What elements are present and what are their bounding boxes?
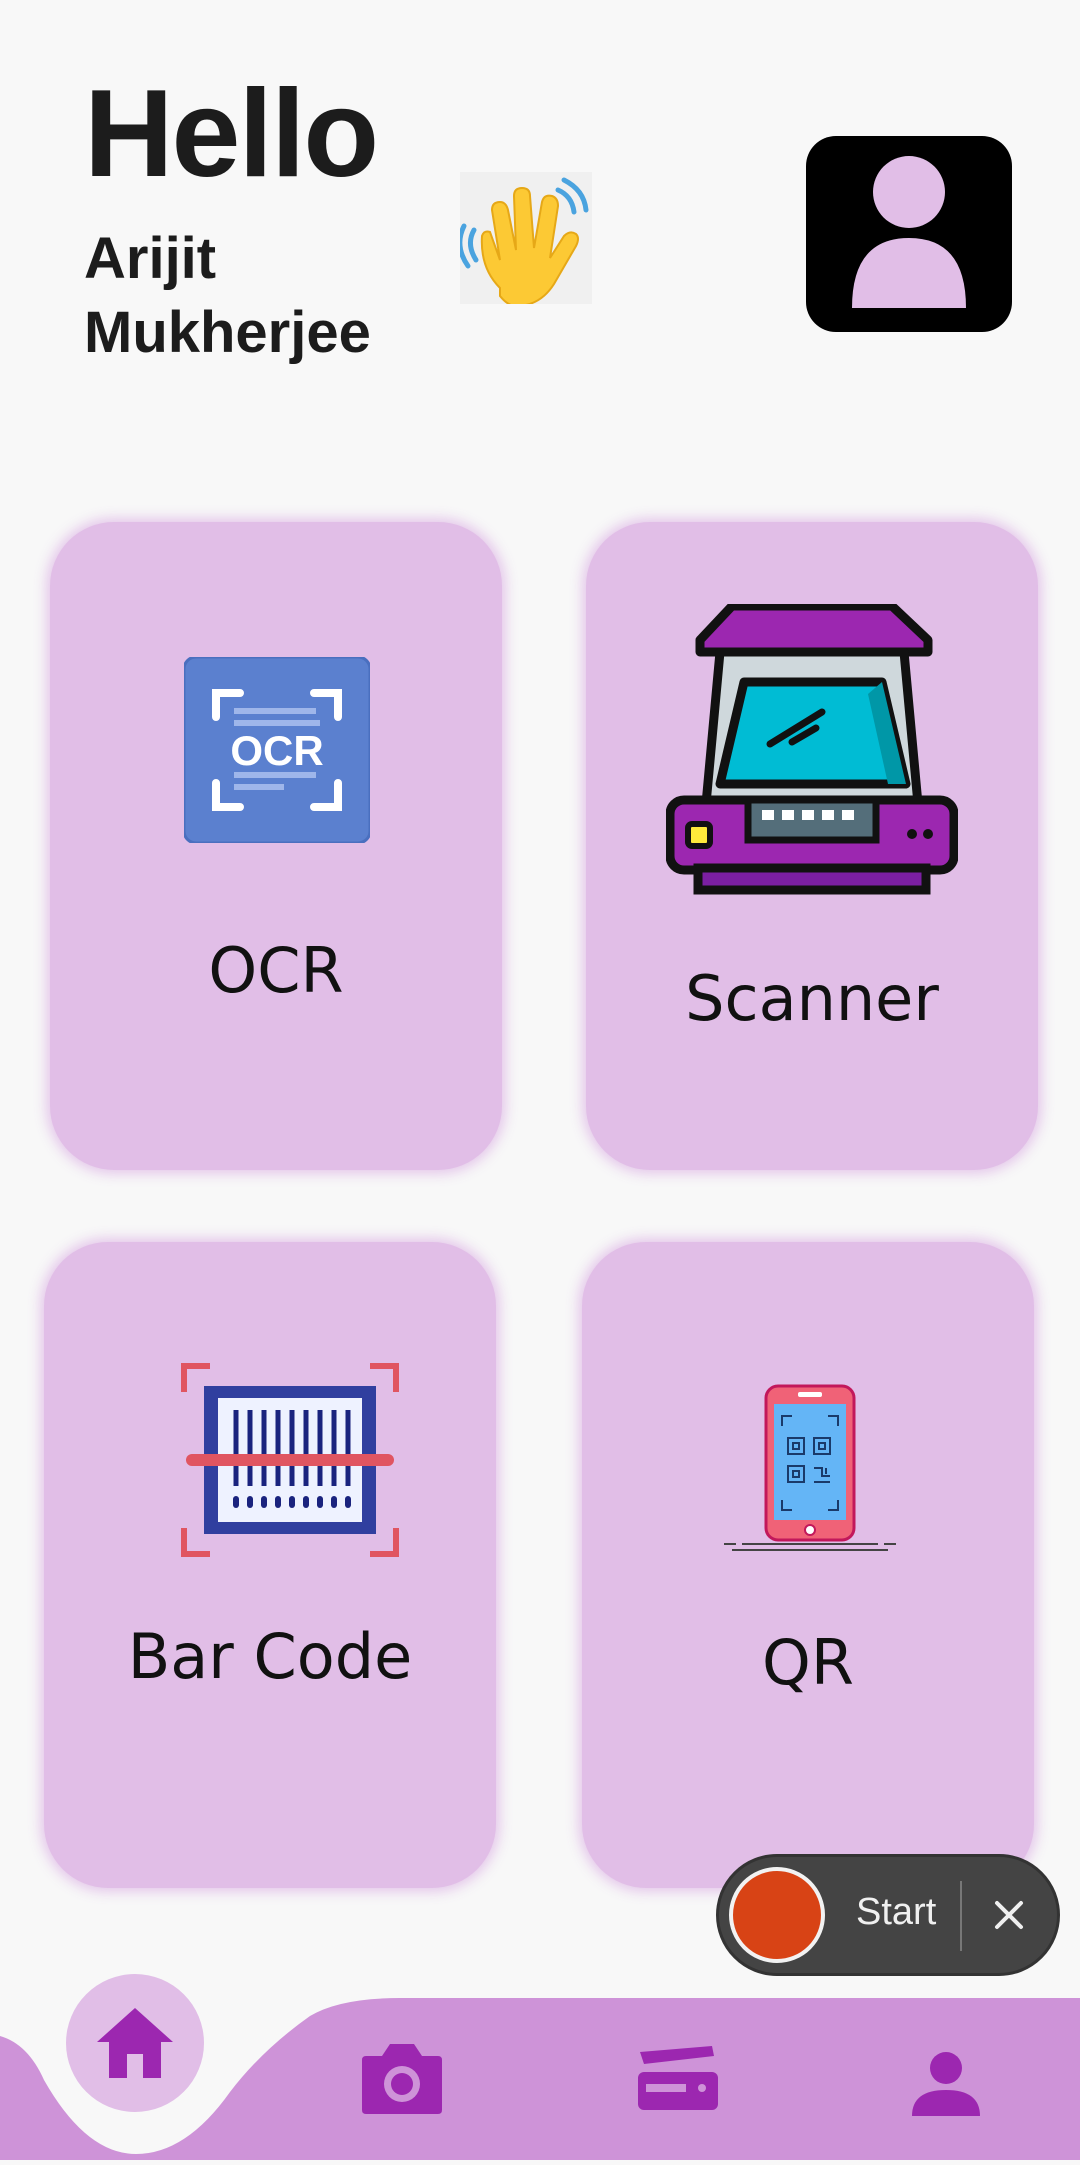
qr-phone-icon: [722, 1384, 898, 1561]
barcode-card[interactable]: Bar Code: [44, 1242, 496, 1888]
nav-camera[interactable]: [360, 2042, 444, 2116]
nav-scanner[interactable]: [636, 2046, 720, 2112]
qr-card[interactable]: QR: [582, 1242, 1034, 1888]
waving-hand-icon: [457, 172, 592, 308]
home-icon: [97, 2008, 173, 2078]
ocr-icon: OCR: [182, 655, 372, 848]
screen-recorder-widget: Start: [716, 1854, 1060, 1976]
barcode-icon: [180, 1362, 400, 1563]
card-label-ocr: OCR: [208, 934, 344, 1007]
user-name: Arijit Mukherjee: [84, 226, 371, 365]
nav-home[interactable]: [66, 1974, 204, 2112]
card-label-qr: QR: [762, 1626, 854, 1699]
record-start-label[interactable]: Start: [856, 1891, 936, 1934]
profile-avatar[interactable]: [806, 136, 1012, 332]
card-label-barcode: Bar Code: [127, 1620, 413, 1693]
scanner-icon: [638, 2046, 718, 2110]
close-icon[interactable]: [987, 1893, 1031, 1937]
record-button[interactable]: [729, 1867, 825, 1963]
card-label-scanner: Scanner: [685, 962, 939, 1035]
nav-profile[interactable]: [910, 2052, 982, 2116]
scanner-card[interactable]: Scanner: [586, 522, 1038, 1170]
recorder-divider: [960, 1881, 962, 1951]
scanner-icon: [665, 601, 959, 903]
camera-icon: [362, 2044, 442, 2114]
ocr-icon-text: OCR: [230, 727, 323, 774]
greeting-hello: Hello: [84, 65, 379, 203]
ocr-card[interactable]: OCR OCR: [50, 522, 502, 1170]
person-icon: [912, 2052, 980, 2116]
